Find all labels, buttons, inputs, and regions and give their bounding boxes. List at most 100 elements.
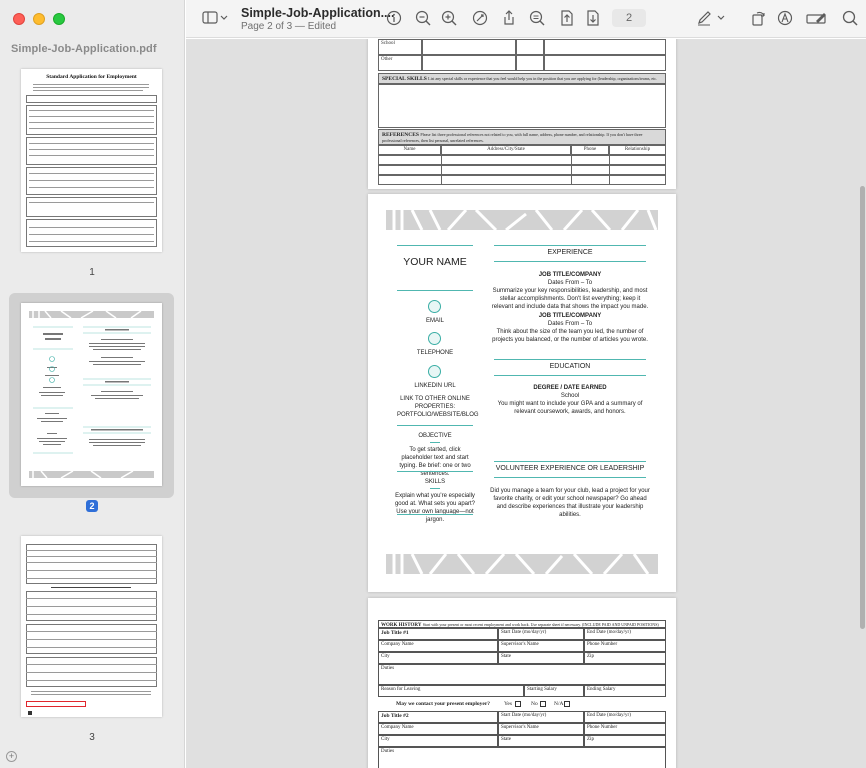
linkedin-icon (428, 365, 441, 378)
sidebar-toggle-icon[interactable] (202, 10, 228, 29)
special-skills-header: SPECIAL SKILLS List any special skills o… (378, 73, 666, 84)
contact-no-checkbox[interactable] (540, 701, 546, 707)
insert-page-icon[interactable] (558, 10, 576, 29)
reference-row[interactable] (378, 155, 666, 165)
contact-na-label: N/A (554, 701, 564, 707)
phone-field-2[interactable]: Phone Number (584, 723, 666, 735)
end-date-field-2[interactable]: End Date (mo/day/yr) (584, 711, 666, 723)
export-icon[interactable] (584, 10, 602, 29)
contact-linkedin: LINKEDIN URL (414, 383, 456, 389)
contact-other-links: LINK TO OTHER ONLINE PROPERTIES: PORTFOL… (397, 396, 479, 419)
resume-name: YOUR NAME (403, 256, 467, 268)
form-field[interactable] (516, 55, 544, 71)
state-field[interactable]: State (498, 652, 584, 664)
degree: DEGREE / DATE EARNED (533, 385, 607, 391)
pdf-page-2: YOUR NAME EMAIL TELEPHONE LINKEDIN URL L… (368, 194, 676, 592)
pdf-page-3: WORK HISTORY Start with your present or … (368, 598, 676, 768)
info-icon[interactable] (385, 10, 403, 29)
company-name-field[interactable]: Company Name (378, 640, 498, 652)
start-date-field-2[interactable]: Start Date (mo/day/yr) (498, 711, 584, 723)
reference-row[interactable] (378, 165, 666, 175)
supervisor-field-2[interactable]: Supervisor's Name (498, 723, 584, 735)
contact-yes-checkbox[interactable] (515, 701, 521, 707)
window-controls (13, 13, 65, 25)
thumbnail-page-2[interactable] (21, 303, 162, 486)
end-date-field[interactable]: End Date (mo/day/yr) (584, 628, 666, 640)
volunteer-text: Did you manage a team for your club, lea… (490, 488, 650, 519)
contact-na-checkbox[interactable] (564, 701, 570, 707)
job-title-1: JOB TITLE/COMPANY (538, 272, 602, 278)
ending-salary-field[interactable]: Ending Salary (584, 685, 666, 697)
search-icon[interactable] (841, 10, 859, 29)
school: School (560, 393, 580, 399)
reason-field[interactable]: Reason for Leaving (378, 685, 524, 697)
add-page-button[interactable]: + (6, 751, 17, 762)
form-field[interactable] (516, 39, 544, 55)
zoom-out-icon[interactable] (414, 10, 432, 29)
form-icon[interactable] (806, 10, 828, 29)
document-view[interactable]: School Other SPECIAL SKILLS List any spe… (186, 39, 866, 768)
share-icon[interactable] (500, 10, 518, 29)
thumbnail-page-1[interactable]: Standard Application for Employment (21, 69, 162, 252)
zoom-in-icon[interactable] (440, 10, 458, 29)
special-skills-field[interactable] (378, 84, 666, 128)
zoom-window-button[interactable] (53, 13, 65, 25)
reference-row[interactable] (378, 175, 666, 185)
objective-heading: OBJECTIVE (418, 433, 452, 439)
job-desc-1: Summarize your key responsibilities, lea… (491, 288, 649, 311)
volunteer-heading: VOLUNTEER EXPERIENCE OR LEADERSHIP (495, 465, 645, 472)
sidebar-document-title: Simple-Job-Application.pdf (11, 43, 157, 55)
phone-field[interactable]: Phone Number (584, 640, 666, 652)
state-field-2[interactable]: State (498, 735, 584, 747)
skills-text: Explain what you're especially good at. … (394, 493, 476, 524)
thumbnail-sidebar: Simple-Job-Application.pdf Standard Appl… (0, 0, 185, 768)
email-icon (428, 300, 441, 313)
vertical-scrollbar[interactable] (860, 186, 865, 629)
pdf-page-1: School Other SPECIAL SKILLS List any spe… (368, 39, 676, 189)
page-number-field[interactable]: 2 (612, 9, 646, 27)
form-field[interactable] (422, 39, 516, 55)
skills-heading: SKILLS (424, 479, 446, 485)
toolbar: Simple-Job-Application.... Page 2 of 3 —… (186, 0, 866, 38)
start-date-field[interactable]: Start Date (mo/day/yr) (498, 628, 584, 640)
pen-icon[interactable] (696, 10, 726, 29)
thumbnail-label-1: 1 (89, 267, 95, 278)
telephone-icon (428, 332, 441, 345)
zip-field[interactable]: Zip (584, 652, 666, 664)
close-window-button[interactable] (13, 13, 25, 25)
ref-column-phone: Phone (571, 145, 609, 155)
thumbnail-page-3[interactable] (21, 536, 162, 717)
job-title-2-field[interactable]: Job Title #2 (378, 711, 498, 723)
city-field[interactable]: City (378, 652, 498, 664)
form-field[interactable] (422, 55, 516, 71)
job-dates-2: Dates From – To (547, 321, 593, 327)
document-subtitle: Page 2 of 3 — Edited (241, 21, 337, 32)
form-label-school: School (378, 39, 422, 55)
duties-field[interactable]: Duties (378, 664, 666, 685)
form-field[interactable] (544, 39, 666, 55)
experience-heading: EXPERIENCE (547, 249, 593, 256)
thumbnail-resume-preview (29, 310, 154, 479)
document-title: Simple-Job-Application.... (241, 6, 395, 20)
contact-no-label: No (531, 701, 538, 707)
starting-salary-field[interactable]: Starting Salary (524, 685, 584, 697)
ref-column-name: Name (378, 145, 441, 155)
job-title-2: JOB TITLE/COMPANY (538, 313, 602, 319)
thumbnail-heading: Standard Application for Employment (46, 74, 137, 80)
minimize-window-button[interactable] (33, 13, 45, 25)
job-title-1-field[interactable]: Job Title #1 (378, 628, 498, 640)
contact-email: EMAIL (425, 318, 444, 324)
ref-column-address: Address/City/State (441, 145, 571, 155)
supervisor-field[interactable]: Supervisor's Name (498, 640, 584, 652)
zip-field-2[interactable]: Zip (584, 735, 666, 747)
search-text-icon[interactable] (528, 10, 546, 29)
duties-field-2[interactable]: Duties (378, 747, 666, 768)
job-desc-2: Think about the size of the team you led… (492, 329, 648, 344)
company-name-field-2[interactable]: Company Name (378, 723, 498, 735)
rotate-icon[interactable] (749, 10, 767, 29)
city-field-2[interactable]: City (378, 735, 498, 747)
form-field[interactable] (544, 55, 666, 71)
markup-icon[interactable] (471, 10, 489, 29)
sign-icon[interactable] (776, 10, 794, 29)
special-skills-hint: List any special skills or experience th… (428, 76, 658, 81)
